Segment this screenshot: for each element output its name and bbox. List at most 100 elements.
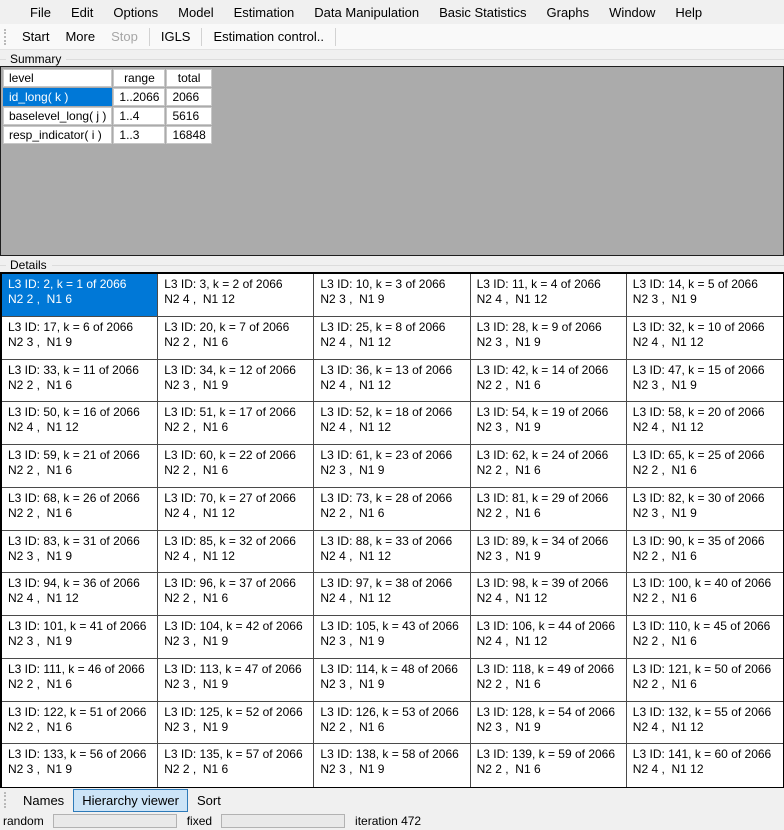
- detail-cell-id-line: L3 ID: 36, k = 13 of 2066: [320, 363, 463, 378]
- detail-cell[interactable]: L3 ID: 113, k = 47 of 2066 N2 3 , N1 9: [158, 659, 314, 702]
- detail-cell[interactable]: L3 ID: 61, k = 23 of 2066 N2 3 , N1 9: [314, 445, 470, 488]
- detail-cell-counts-line: N2 3 , N1 9: [633, 378, 777, 393]
- detail-cell[interactable]: L3 ID: 101, k = 41 of 2066 N2 3 , N1 9: [2, 616, 158, 659]
- detail-cell[interactable]: L3 ID: 88, k = 33 of 2066 N2 4 , N1 12: [314, 531, 470, 574]
- toolbar-button[interactable]: Stop: [103, 26, 146, 47]
- summary-level-cell[interactable]: baselevel_long( j ): [3, 107, 112, 125]
- toolbar-button[interactable]: [149, 28, 150, 46]
- menu-item[interactable]: Model: [168, 1, 223, 24]
- detail-cell[interactable]: L3 ID: 111, k = 46 of 2066 N2 2 , N1 6: [2, 659, 158, 702]
- detail-cell[interactable]: L3 ID: 47, k = 15 of 2066 N2 3 , N1 9: [627, 360, 783, 403]
- detail-cell-id-line: L3 ID: 97, k = 38 of 2066: [320, 576, 463, 591]
- detail-cell[interactable]: L3 ID: 73, k = 28 of 2066 N2 2 , N1 6: [314, 488, 470, 531]
- detail-cell[interactable]: L3 ID: 133, k = 56 of 2066 N2 3 , N1 9: [2, 744, 158, 787]
- detail-cell[interactable]: L3 ID: 60, k = 22 of 2066 N2 2 , N1 6: [158, 445, 314, 488]
- toolbar-button[interactable]: Estimation control..: [205, 26, 332, 47]
- detail-cell[interactable]: L3 ID: 10, k = 3 of 2066 N2 3 , N1 9: [314, 274, 470, 317]
- detail-cell[interactable]: L3 ID: 65, k = 25 of 2066 N2 2 , N1 6: [627, 445, 783, 488]
- detail-cell[interactable]: L3 ID: 90, k = 35 of 2066 N2 2 , N1 6: [627, 531, 783, 574]
- toolbar-button[interactable]: IGLS: [153, 26, 199, 47]
- detail-cell[interactable]: L3 ID: 54, k = 19 of 2066 N2 3 , N1 9: [471, 402, 627, 445]
- detail-cell[interactable]: L3 ID: 141, k = 60 of 2066 N2 4 , N1 12: [627, 744, 783, 787]
- menu-item[interactable]: File: [20, 1, 61, 24]
- detail-cell-id-line: L3 ID: 25, k = 8 of 2066: [320, 320, 463, 335]
- menu-item[interactable]: Basic Statistics: [429, 1, 536, 24]
- detail-cell[interactable]: L3 ID: 50, k = 16 of 2066 N2 4 , N1 12: [2, 402, 158, 445]
- detail-cell[interactable]: L3 ID: 28, k = 9 of 2066 N2 3 , N1 9: [471, 317, 627, 360]
- detail-cell[interactable]: L3 ID: 59, k = 21 of 2066 N2 2 , N1 6: [2, 445, 158, 488]
- tab[interactable]: Names: [14, 789, 73, 812]
- summary-row[interactable]: baselevel_long( j ) 1..4 5616: [3, 107, 212, 125]
- detail-cell[interactable]: L3 ID: 2, k = 1 of 2066 N2 2 , N1 6: [2, 274, 158, 317]
- detail-cell[interactable]: L3 ID: 82, k = 30 of 2066 N2 3 , N1 9: [627, 488, 783, 531]
- detail-cell[interactable]: L3 ID: 114, k = 48 of 2066 N2 3 , N1 9: [314, 659, 470, 702]
- menu-item[interactable]: Window: [599, 1, 665, 24]
- detail-cell[interactable]: L3 ID: 138, k = 58 of 2066 N2 3 , N1 9: [314, 744, 470, 787]
- detail-cell[interactable]: L3 ID: 34, k = 12 of 2066 N2 3 , N1 9: [158, 360, 314, 403]
- summary-row[interactable]: resp_indicator( i ) 1..3 16848: [3, 126, 212, 144]
- detail-cell-id-line: L3 ID: 125, k = 52 of 2066: [164, 705, 307, 720]
- toolbar-button[interactable]: Start: [14, 26, 57, 47]
- detail-cell[interactable]: L3 ID: 11, k = 4 of 2066 N2 4 , N1 12: [471, 274, 627, 317]
- menu-item[interactable]: Edit: [61, 1, 103, 24]
- toolbar-button[interactable]: [335, 28, 336, 46]
- detail-cell[interactable]: L3 ID: 97, k = 38 of 2066 N2 4 , N1 12: [314, 573, 470, 616]
- summary-level-cell[interactable]: id_long( k ): [3, 88, 112, 106]
- detail-cell[interactable]: L3 ID: 51, k = 17 of 2066 N2 2 , N1 6: [158, 402, 314, 445]
- summary-col-level: level: [3, 69, 112, 87]
- detail-cell[interactable]: L3 ID: 126, k = 53 of 2066 N2 2 , N1 6: [314, 702, 470, 745]
- menu-item[interactable]: Graphs: [537, 1, 600, 24]
- detail-cell[interactable]: L3 ID: 125, k = 52 of 2066 N2 3 , N1 9: [158, 702, 314, 745]
- menu-item[interactable]: Data Manipulation: [304, 1, 429, 24]
- groupbox-line: [0, 265, 6, 266]
- toolbar-button[interactable]: [201, 28, 202, 46]
- detail-cell[interactable]: L3 ID: 70, k = 27 of 2066 N2 4 , N1 12: [158, 488, 314, 531]
- detail-cell[interactable]: L3 ID: 128, k = 54 of 2066 N2 3 , N1 9: [471, 702, 627, 745]
- detail-cell[interactable]: L3 ID: 68, k = 26 of 2066 N2 2 , N1 6: [2, 488, 158, 531]
- detail-cell[interactable]: L3 ID: 100, k = 40 of 2066 N2 2 , N1 6: [627, 573, 783, 616]
- detail-cell-counts-line: N2 3 , N1 9: [8, 634, 151, 649]
- menu-item[interactable]: Help: [665, 1, 712, 24]
- detail-cell[interactable]: L3 ID: 17, k = 6 of 2066 N2 3 , N1 9: [2, 317, 158, 360]
- detail-cell[interactable]: L3 ID: 32, k = 10 of 2066 N2 4 , N1 12: [627, 317, 783, 360]
- detail-cell[interactable]: L3 ID: 106, k = 44 of 2066 N2 4 , N1 12: [471, 616, 627, 659]
- detail-cell[interactable]: L3 ID: 89, k = 34 of 2066 N2 3 , N1 9: [471, 531, 627, 574]
- detail-cell[interactable]: L3 ID: 36, k = 13 of 2066 N2 4 , N1 12: [314, 360, 470, 403]
- detail-cell[interactable]: L3 ID: 118, k = 49 of 2066 N2 2 , N1 6: [471, 659, 627, 702]
- detail-cell[interactable]: L3 ID: 96, k = 37 of 2066 N2 2 , N1 6: [158, 573, 314, 616]
- summary-level-cell[interactable]: resp_indicator( i ): [3, 126, 112, 144]
- detail-cell-id-line: L3 ID: 139, k = 59 of 2066: [477, 747, 620, 762]
- detail-cell[interactable]: L3 ID: 104, k = 42 of 2066 N2 3 , N1 9: [158, 616, 314, 659]
- detail-cell[interactable]: L3 ID: 105, k = 43 of 2066 N2 3 , N1 9: [314, 616, 470, 659]
- detail-cell[interactable]: L3 ID: 110, k = 45 of 2066 N2 2 , N1 6: [627, 616, 783, 659]
- menu-item[interactable]: Estimation: [224, 1, 305, 24]
- detail-cell[interactable]: L3 ID: 135, k = 57 of 2066 N2 2 , N1 6: [158, 744, 314, 787]
- detail-cell[interactable]: L3 ID: 14, k = 5 of 2066 N2 3 , N1 9: [627, 274, 783, 317]
- toolbar-grip[interactable]: [4, 29, 8, 45]
- detail-cell[interactable]: L3 ID: 42, k = 14 of 2066 N2 2 , N1 6: [471, 360, 627, 403]
- detail-cell[interactable]: L3 ID: 81, k = 29 of 2066 N2 2 , N1 6: [471, 488, 627, 531]
- detail-cell[interactable]: L3 ID: 62, k = 24 of 2066 N2 2 , N1 6: [471, 445, 627, 488]
- detail-cell[interactable]: L3 ID: 94, k = 36 of 2066 N2 4 , N1 12: [2, 573, 158, 616]
- detail-cell[interactable]: L3 ID: 20, k = 7 of 2066 N2 2 , N1 6: [158, 317, 314, 360]
- detail-cell[interactable]: L3 ID: 139, k = 59 of 2066 N2 2 , N1 6: [471, 744, 627, 787]
- toolbar-button[interactable]: More: [57, 26, 103, 47]
- detail-cell[interactable]: L3 ID: 121, k = 50 of 2066 N2 2 , N1 6: [627, 659, 783, 702]
- detail-cell[interactable]: L3 ID: 58, k = 20 of 2066 N2 4 , N1 12: [627, 402, 783, 445]
- detail-cell-id-line: L3 ID: 122, k = 51 of 2066: [8, 705, 151, 720]
- detail-cell[interactable]: L3 ID: 25, k = 8 of 2066 N2 4 , N1 12: [314, 317, 470, 360]
- tabbar-grip[interactable]: [4, 792, 8, 808]
- detail-cell[interactable]: L3 ID: 85, k = 32 of 2066 N2 4 , N1 12: [158, 531, 314, 574]
- summary-row[interactable]: id_long( k ) 1..2066 2066: [3, 88, 212, 106]
- detail-cell[interactable]: L3 ID: 3, k = 2 of 2066 N2 4 , N1 12: [158, 274, 314, 317]
- detail-cell[interactable]: L3 ID: 33, k = 11 of 2066 N2 2 , N1 6: [2, 360, 158, 403]
- detail-cell-id-line: L3 ID: 113, k = 47 of 2066: [164, 662, 307, 677]
- menu-item[interactable]: Options: [103, 1, 168, 24]
- tab[interactable]: Sort: [188, 789, 230, 812]
- detail-cell[interactable]: L3 ID: 98, k = 39 of 2066 N2 4 , N1 12: [471, 573, 627, 616]
- detail-cell[interactable]: L3 ID: 132, k = 55 of 2066 N2 4 , N1 12: [627, 702, 783, 745]
- detail-cell[interactable]: L3 ID: 83, k = 31 of 2066 N2 3 , N1 9: [2, 531, 158, 574]
- detail-cell[interactable]: L3 ID: 52, k = 18 of 2066 N2 4 , N1 12: [314, 402, 470, 445]
- detail-cell[interactable]: L3 ID: 122, k = 51 of 2066 N2 2 , N1 6: [2, 702, 158, 745]
- tab[interactable]: Hierarchy viewer: [73, 789, 188, 812]
